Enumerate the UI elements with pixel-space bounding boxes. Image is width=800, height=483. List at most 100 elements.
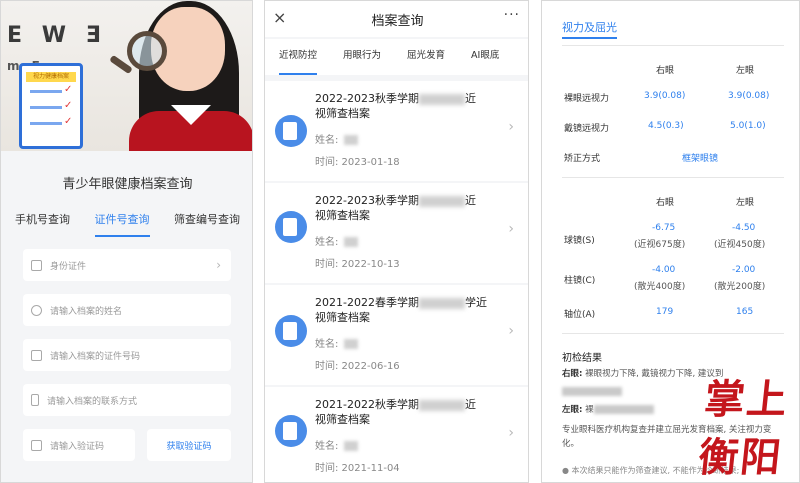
- divider: [562, 45, 784, 46]
- nav-bar: × 档案查询 ···: [265, 1, 528, 37]
- chevron-right-icon: ›: [508, 323, 514, 339]
- row-label: 轴位(A): [564, 310, 596, 320]
- record-term: 2021-2022春季学期: [315, 296, 419, 309]
- redacted-text: [593, 405, 654, 414]
- tab-ai-fundus[interactable]: AI眼底: [471, 39, 499, 75]
- col-left-eye: 左眼: [736, 66, 755, 76]
- record-name: 姓名:: [315, 437, 359, 452]
- value-left: 3.9(0.08): [728, 91, 770, 101]
- record-item[interactable]: 2021-2022春季学期 学近 视筛查档案 姓名: 时间: 2022-06-16 …: [265, 285, 528, 385]
- value-right: 4.5(0.3): [648, 121, 684, 131]
- value-right: 179: [656, 307, 674, 317]
- redacted-name: [344, 135, 359, 145]
- result-left-text: 裸: [585, 405, 594, 415]
- clipboard-icon: 视力健康档案 ✓ ✓ ✓: [19, 63, 83, 149]
- lock-icon: [31, 439, 42, 451]
- redacted-name: [344, 339, 359, 349]
- value-right: -6.75: [652, 223, 676, 233]
- query-form-screen: E W Ǝ m E w 视力健康档案 ✓ ✓ ✓ 青少年眼健康档案查询 手机号查…: [0, 0, 253, 483]
- clipboard-label: 视力健康档案: [26, 72, 76, 82]
- tab-eye-behavior[interactable]: 用眼行为: [343, 39, 381, 75]
- hero-banner: E W Ǝ m E w 视力健康档案 ✓ ✓ ✓: [1, 1, 252, 151]
- record-type: 视筛查档案: [315, 413, 370, 426]
- value-right-note: (近视675度): [634, 240, 686, 250]
- name-label: 姓名:: [315, 441, 339, 452]
- record-term: 2022-2023秋季学期: [315, 92, 419, 105]
- value-left-note: (散光200度): [714, 282, 766, 292]
- col-right-eye: 右眼: [656, 66, 675, 76]
- row-label: 球镜(S): [564, 236, 595, 246]
- clipboard-line: [30, 90, 62, 93]
- redacted-name: [344, 237, 359, 247]
- value-right: -4.00: [652, 265, 676, 275]
- category-tabs: 近视防控 用眼行为 屈光发育 AI眼底: [265, 39, 528, 75]
- row-label: 柱镜(C): [564, 276, 596, 286]
- divider: [562, 177, 784, 178]
- record-title-part: 近: [464, 92, 476, 105]
- correction-label: 矫正方式: [564, 154, 601, 164]
- phone-icon: [31, 394, 39, 406]
- record-type: 视筛查档案: [315, 311, 370, 324]
- close-icon[interactable]: ×: [273, 8, 286, 27]
- divider: [562, 333, 784, 334]
- record-title: 2022-2023秋季学期 近视筛查档案: [315, 193, 495, 223]
- result-title: 初检结果: [562, 353, 602, 364]
- record-item[interactable]: 2022-2023秋季学期 近视筛查档案 姓名: 时间: 2023-01-18 ›: [265, 81, 528, 181]
- tab-screening-number-query[interactable]: 筛查编号查询: [174, 211, 240, 237]
- id-number-input[interactable]: 请输入档案的证件号码: [23, 339, 231, 371]
- name-label: 姓名:: [315, 237, 339, 248]
- record-item[interactable]: 2021-2022秋季学期 近视筛查档案 姓名: 时间: 2021-11-04 ›: [265, 387, 528, 482]
- tab-myopia-control[interactable]: 近视防控: [279, 39, 318, 75]
- record-time: 时间: 2022-10-13: [315, 259, 400, 270]
- tab-id-query[interactable]: 证件号查询: [94, 211, 150, 237]
- name-label: 姓名:: [315, 135, 339, 146]
- eye-chart-row: E W Ǝ: [7, 23, 107, 48]
- id-type-value: 身份证件: [50, 261, 87, 272]
- record-title: 2021-2022春季学期 学近视筛查档案: [315, 295, 495, 325]
- record-name: 姓名:: [315, 131, 359, 146]
- record-detail-screen: 视力及屈光 右眼 左眼 裸眼远视力 3.9(0.08) 3.9(0.08) 戴镜…: [541, 0, 800, 483]
- redacted-name: [344, 441, 359, 451]
- record-title-part: 近: [464, 398, 476, 411]
- verification-code-input[interactable]: 请输入验证码: [23, 429, 135, 461]
- value-left: -2.00: [732, 265, 756, 275]
- chevron-right-icon: ›: [508, 119, 514, 135]
- value-left: 5.0(1.0): [730, 121, 766, 131]
- record-list-screen: × 档案查询 ··· 近视防控 用眼行为 屈光发育 AI眼底 2022-2023…: [264, 0, 529, 483]
- phone-input[interactable]: 请输入档案的联系方式: [23, 384, 231, 416]
- get-code-button[interactable]: 获取验证码: [147, 429, 231, 461]
- record-title-part: 学近: [464, 296, 487, 309]
- record-item[interactable]: 2022-2023秋季学期 近视筛查档案 姓名: 时间: 2022-10-13 ›: [265, 183, 528, 283]
- tab-phone-query[interactable]: 手机号查询: [15, 211, 70, 237]
- name-input[interactable]: 请输入档案的姓名: [23, 294, 231, 326]
- record-term: 2021-2022秋季学期: [315, 398, 419, 411]
- id-number-placeholder: 请输入档案的证件号码: [50, 351, 141, 362]
- document-icon: [275, 115, 307, 147]
- magnifier-icon: [127, 31, 167, 71]
- redacted-text: [418, 93, 465, 105]
- record-time: 时间: 2021-11-04: [315, 463, 400, 474]
- page-title: 青少年眼健康档案查询: [62, 177, 193, 192]
- result-left-label: 左眼:: [562, 405, 583, 415]
- record-type: 视筛查档案: [315, 209, 370, 222]
- value-left: -4.50: [732, 223, 756, 233]
- result-right-label: 右眼:: [562, 369, 583, 379]
- value-right-note: (散光400度): [634, 282, 686, 292]
- code-placeholder: 请输入验证码: [50, 441, 105, 452]
- section-title: 视力及屈光: [562, 19, 617, 39]
- more-icon[interactable]: ···: [504, 7, 520, 23]
- redacted-text: [418, 297, 465, 309]
- col-right-eye: 右眼: [656, 198, 675, 208]
- record-time: 时间: 2023-01-18: [315, 157, 400, 168]
- value-left: 165: [736, 307, 754, 317]
- value-left-note: (近视450度): [714, 240, 766, 250]
- tab-refractive-development[interactable]: 屈光发育: [407, 39, 445, 75]
- id-card-icon: [31, 349, 42, 361]
- document-icon: [275, 415, 307, 447]
- record-term: 2022-2023秋季学期: [315, 194, 419, 207]
- record-type: 视筛查档案: [315, 107, 370, 120]
- id-type-select[interactable]: 身份证件 ›: [23, 249, 231, 281]
- chevron-right-icon: ›: [216, 258, 221, 272]
- check-icon: ✓: [64, 84, 73, 95]
- check-icon: ✓: [64, 116, 73, 127]
